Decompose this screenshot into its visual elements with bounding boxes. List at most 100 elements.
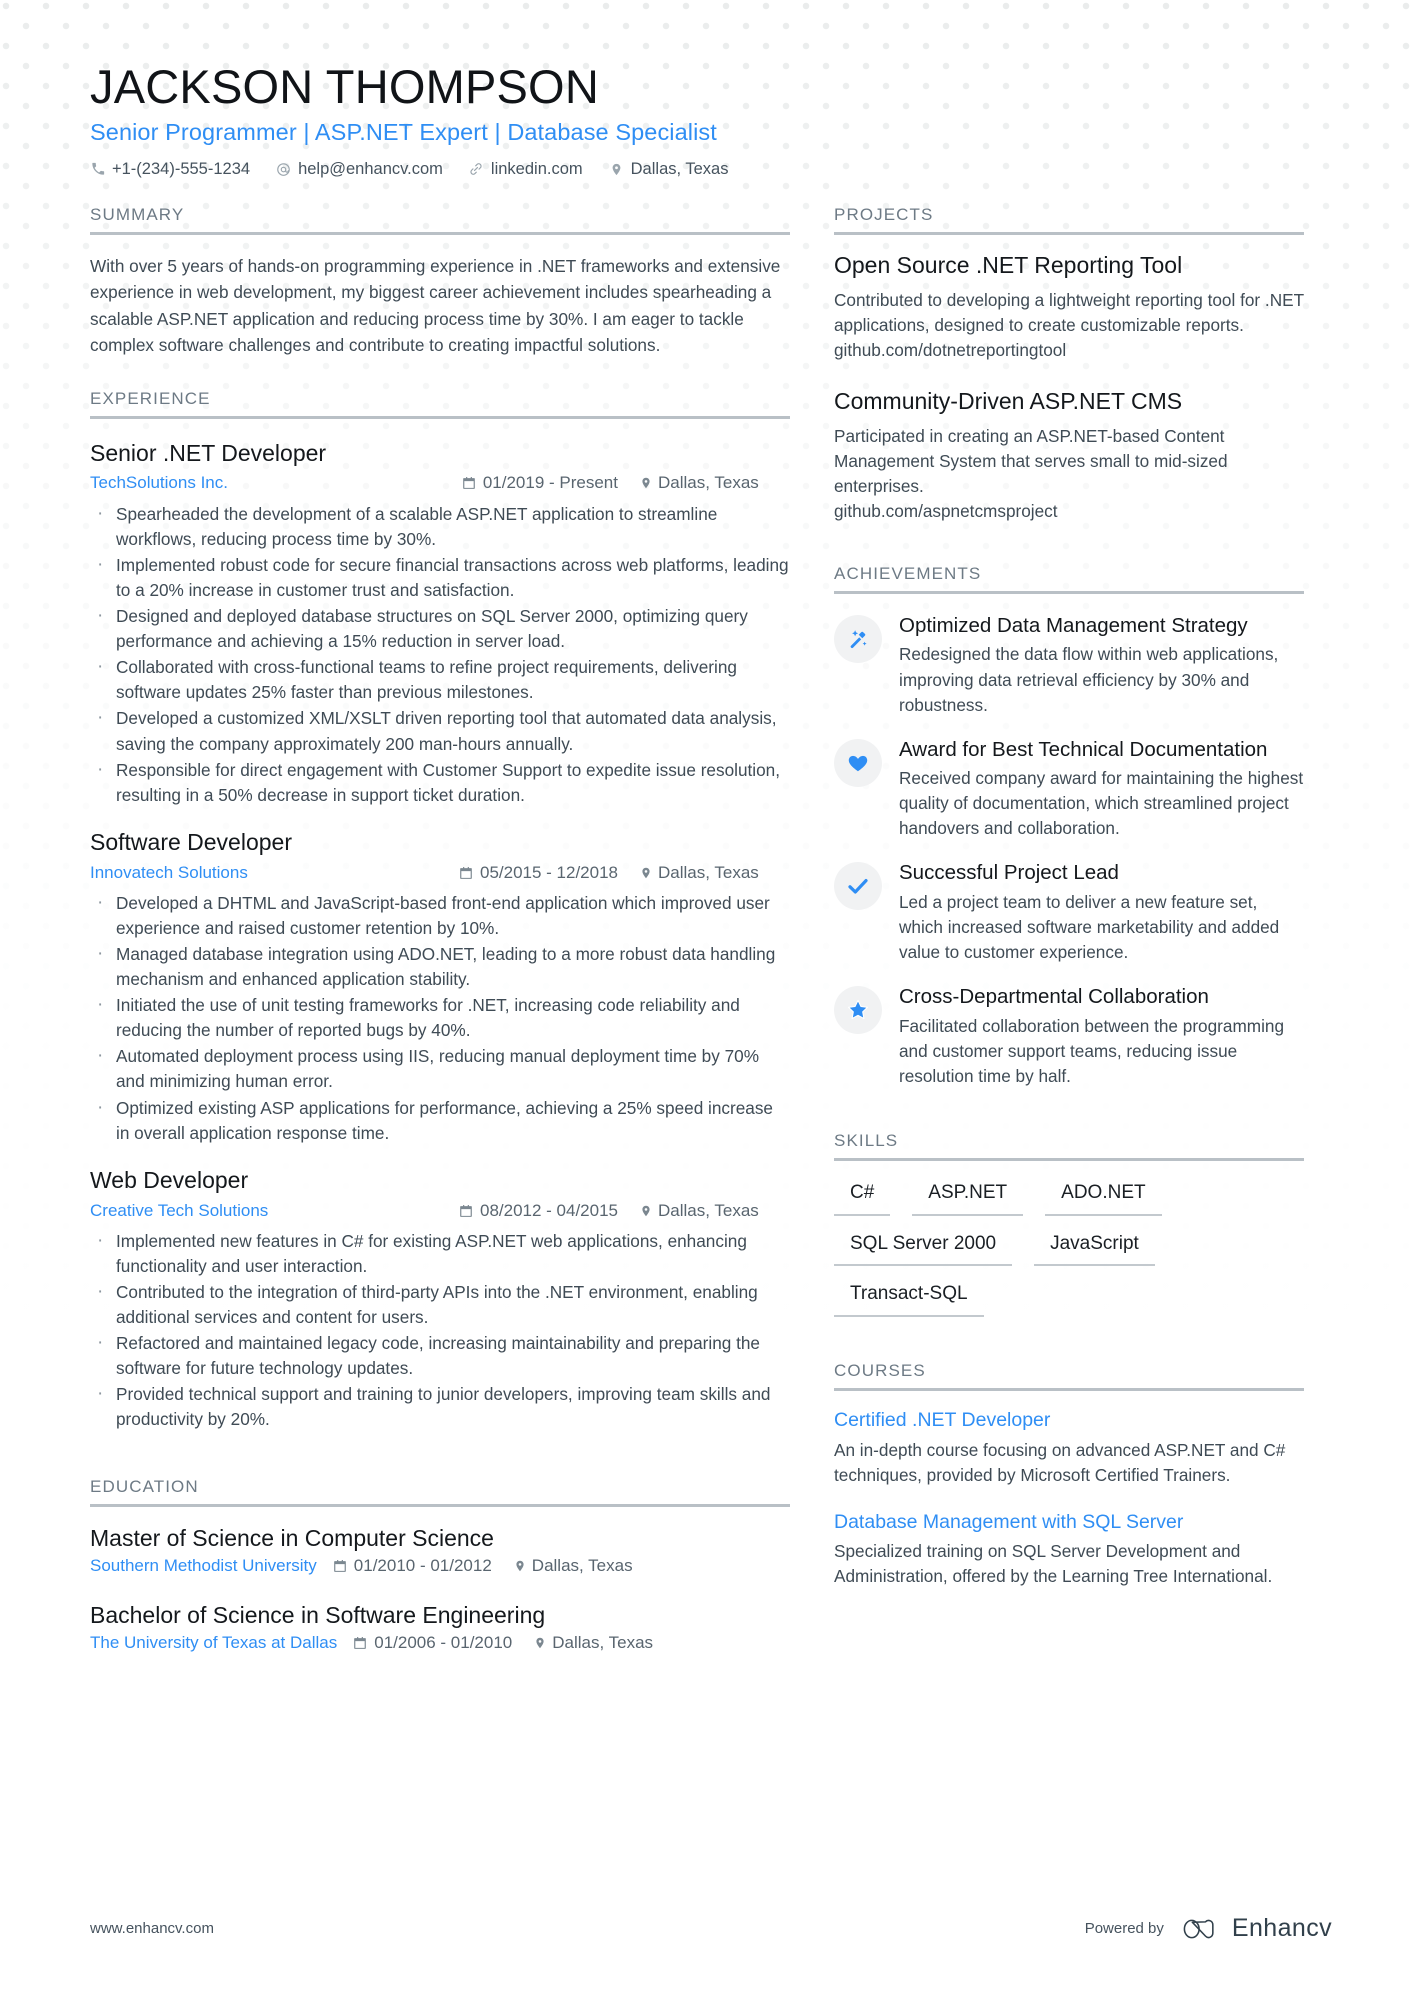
course-description: Specialized training on SQL Server Devel… xyxy=(834,1541,1273,1587)
experience-item: Software Developer Innovatech Solutions … xyxy=(90,828,790,1146)
job-title: Web Developer xyxy=(90,1166,249,1193)
projects-section-title: PROJECTS xyxy=(834,204,934,224)
job-dates: 01/2019 - Present xyxy=(462,472,618,494)
education-meta: Southern Methodist University 01/2010 - … xyxy=(90,1556,790,1576)
job-bullets: Implemented new features in C# for exist… xyxy=(90,1227,790,1433)
job-bullet: Implemented new features in C# for exist… xyxy=(90,1227,790,1279)
job-meta: Innovatech Solutions 05/2015 - 12/2018 D… xyxy=(90,862,790,884)
skill-tag: ASP.NET xyxy=(912,1179,1024,1216)
job-bullet: Refactored and maintained legacy code, i… xyxy=(90,1329,790,1381)
education-degree: Master of Science in Computer Science xyxy=(90,1524,494,1551)
project-link[interactable]: github.com/dotnetreportingtool xyxy=(834,338,1304,363)
contact-phone[interactable]: +1-(234)-555-1234 xyxy=(90,160,250,179)
job-dates-text: 08/2012 - 04/2015 xyxy=(479,1200,618,1220)
contact-phone-text: +1-(234)-555-1234 xyxy=(112,159,251,178)
summary-section-title: SUMMARY xyxy=(90,204,185,224)
section-divider xyxy=(90,415,790,419)
education-dates-text: 01/2006 - 01/2010 xyxy=(374,1632,513,1652)
right-column: PROJECTS Open Source .NET Reporting Tool… xyxy=(834,205,1304,1620)
job-bullet: Initiated the use of unit testing framew… xyxy=(90,991,790,1043)
achievement-body: Optimized Data Management Strategy Redes… xyxy=(899,613,1304,718)
course-description: An in-depth course focusing on advanced … xyxy=(834,1439,1286,1485)
footer-url[interactable]: www.enhancv.com xyxy=(90,1920,214,1937)
achievement-title: Award for Best Technical Documentation xyxy=(899,737,1268,761)
calendar-icon xyxy=(353,1636,367,1650)
location-icon xyxy=(640,476,652,490)
job-company[interactable]: Creative Tech Solutions xyxy=(90,1200,268,1222)
achievement-body: Successful Project Lead Led a project te… xyxy=(899,860,1304,965)
course-title[interactable]: Database Management with SQL Server xyxy=(834,1510,1304,1535)
skills-list: C# ASP.NET ADO.NET SQL Server 2000 JavaS… xyxy=(834,1179,1304,1318)
job-bullet: Contributed to the integration of third-… xyxy=(90,1278,790,1330)
achievement-item: Successful Project Lead Led a project te… xyxy=(834,860,1304,965)
achievement-item: Award for Best Technical Documentation R… xyxy=(834,737,1304,842)
project-item: Open Source .NET Reporting Tool Contribu… xyxy=(834,251,1304,363)
education-school[interactable]: The University of Texas at Dallas xyxy=(90,1633,337,1653)
experience-item: Web Developer Creative Tech Solutions 08… xyxy=(90,1166,790,1433)
resume-page: JACKSON THOMPSON Senior Programmer | ASP… xyxy=(0,0,1410,1995)
education-dates: 01/2010 - 01/2012 xyxy=(333,1556,492,1576)
job-bullets: Developed a DHTML and JavaScript-based f… xyxy=(90,889,790,1146)
achievement-description: Redesigned the data flow within web appl… xyxy=(899,644,1279,715)
section-divider xyxy=(834,1157,1304,1161)
course-title[interactable]: Certified .NET Developer xyxy=(834,1408,1304,1433)
enhancv-logo: Enhancv xyxy=(1178,1914,1332,1943)
job-bullet: Responsible for direct engagement with C… xyxy=(90,756,790,808)
infinity-icon xyxy=(1183,1919,1214,1938)
job-meta: Creative Tech Solutions 08/2012 - 04/201… xyxy=(90,1200,790,1222)
contact-link[interactable]: linkedin.com xyxy=(469,160,583,179)
enhancv-wordmark: Enhancv xyxy=(1231,1914,1332,1942)
achievement-body: Award for Best Technical Documentation R… xyxy=(899,737,1304,842)
contact-email[interactable]: help@enhancv.com xyxy=(276,160,443,179)
job-dates: 05/2015 - 12/2018 xyxy=(459,862,618,884)
projects-section: PROJECTS Open Source .NET Reporting Tool… xyxy=(834,205,1304,524)
job-meta: TechSolutions Inc. 01/2019 - Present Dal… xyxy=(90,472,790,494)
job-title: Software Developer xyxy=(90,828,292,855)
experience-section-title: EXPERIENCE xyxy=(90,388,211,408)
education-school[interactable]: Southern Methodist University xyxy=(90,1556,317,1576)
phone-icon xyxy=(90,162,105,177)
education-section-title: EDUCATION xyxy=(90,1476,199,1496)
achievement-body: Cross-Departmental Collaboration Facilit… xyxy=(899,984,1304,1089)
location-icon xyxy=(609,162,624,177)
location-icon xyxy=(534,1636,546,1650)
achievement-item: Optimized Data Management Strategy Redes… xyxy=(834,613,1304,718)
job-location: Dallas, Texas xyxy=(640,862,790,884)
contact-email-text: help@enhancv.com xyxy=(298,159,443,178)
location-icon xyxy=(640,1204,652,1218)
job-bullet: Designed and deployed database structure… xyxy=(90,602,790,654)
job-bullet: Provided technical support and training … xyxy=(90,1380,790,1432)
location-icon xyxy=(514,1559,526,1573)
skill-tag: JavaScript xyxy=(1034,1230,1155,1267)
achievement-title: Successful Project Lead xyxy=(899,861,1119,885)
education-item: Bachelor of Science in Software Engineer… xyxy=(90,1602,790,1653)
education-section: EDUCATION Master of Science in Computer … xyxy=(90,1477,790,1653)
achievements-section-title: ACHIEVEMENTS xyxy=(834,564,982,584)
experience-section: EXPERIENCE Senior .NET Developer TechSol… xyxy=(90,389,790,1433)
job-dates: 08/2012 - 04/2015 xyxy=(459,1200,618,1222)
education-item: Master of Science in Computer Science So… xyxy=(90,1525,790,1576)
education-dates: 01/2006 - 01/2010 xyxy=(353,1633,512,1653)
job-company[interactable]: Innovatech Solutions xyxy=(90,862,248,884)
section-divider xyxy=(834,591,1304,595)
education-meta: The University of Texas at Dallas 01/200… xyxy=(90,1633,790,1653)
contact-location[interactable]: Dallas, Texas xyxy=(609,159,729,179)
project-link[interactable]: github.com/aspnetcmsproject xyxy=(834,499,1304,524)
star-icon xyxy=(834,986,882,1035)
email-icon xyxy=(276,162,291,177)
skill-tag: ADO.NET xyxy=(1045,1179,1162,1216)
course-item: Database Management with SQL Server Spec… xyxy=(834,1510,1304,1590)
experience-item: Senior .NET Developer TechSolutions Inc.… xyxy=(90,439,790,808)
job-company[interactable]: TechSolutions Inc. xyxy=(90,472,228,494)
job-dates-text: 01/2019 - Present xyxy=(482,473,618,493)
achievements-section: ACHIEVEMENTS Optimized Data Management S… xyxy=(834,564,1304,1089)
project-title: Open Source .NET Reporting Tool xyxy=(834,251,1183,278)
achievement-item: Cross-Departmental Collaboration Facilit… xyxy=(834,984,1304,1089)
contact-location-text: Dallas, Texas xyxy=(630,159,729,178)
courses-section: COURSES Certified .NET Developer An in-d… xyxy=(834,1361,1304,1589)
job-bullet: Automated deployment process using IIS, … xyxy=(90,1042,790,1094)
education-degree: Bachelor of Science in Software Engineer… xyxy=(90,1601,546,1628)
education-location: Dallas, Texas xyxy=(514,1556,664,1576)
achievement-title: Cross-Departmental Collaboration xyxy=(899,985,1209,1009)
page-footer: www.enhancv.com Powered by Enhancv xyxy=(90,1914,1332,1943)
